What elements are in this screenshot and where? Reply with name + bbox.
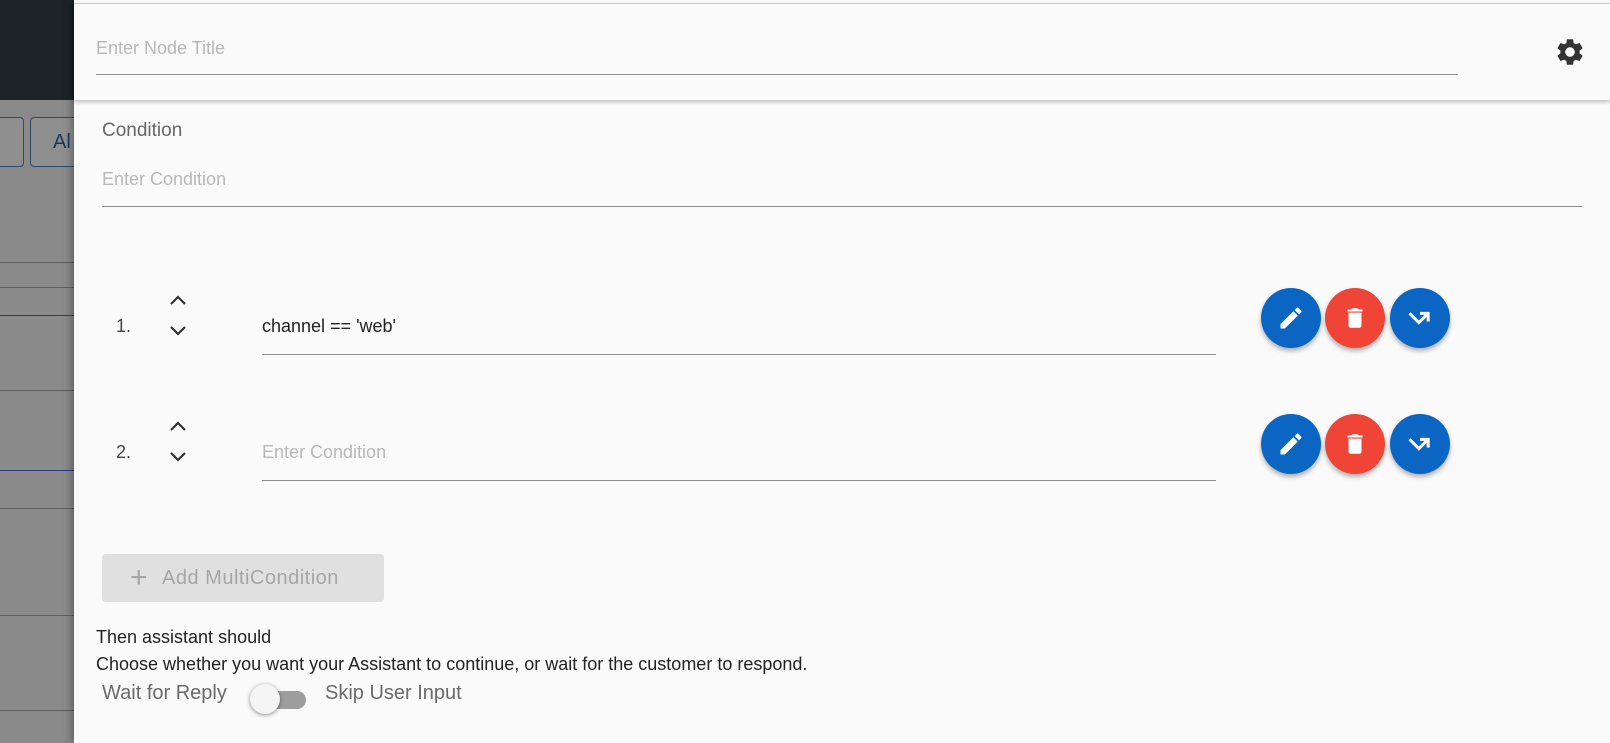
background-divider (0, 390, 74, 391)
add-multicondition-label: Add MultiCondition (162, 566, 339, 589)
background-app-content (0, 100, 74, 743)
node-title-input[interactable] (96, 22, 1458, 75)
condition-input[interactable] (102, 152, 1582, 207)
gear-icon[interactable] (1554, 36, 1586, 68)
background-divider (0, 262, 74, 263)
add-multicondition-button[interactable]: + Add MultiCondition (102, 554, 384, 602)
background-app-header (0, 0, 74, 100)
chevron-down-icon[interactable] (166, 321, 190, 341)
background-button-label: Al (53, 131, 71, 153)
trash-icon[interactable] (1325, 288, 1385, 348)
multi-condition-row: 2. (74, 414, 1610, 494)
background-button (0, 117, 24, 167)
background-divider (0, 508, 74, 509)
multi-condition-input[interactable] (262, 424, 1216, 481)
toggle-thumb (250, 684, 280, 714)
plus-icon: + (130, 561, 149, 594)
background-divider (0, 315, 74, 316)
jump-arrow-icon[interactable] (1390, 288, 1450, 348)
jump-arrow-icon[interactable] (1390, 414, 1450, 474)
node-editor-drawer: Condition 1. 2. (74, 0, 1610, 743)
multi-condition-input[interactable] (262, 298, 1216, 355)
row-number: 2. (116, 442, 132, 462)
background-divider (0, 710, 74, 711)
row-number: 1. (116, 316, 132, 336)
chevron-up-icon[interactable] (166, 416, 190, 436)
condition-label: Condition (102, 120, 183, 141)
multi-condition-row: 1. (74, 288, 1610, 368)
background-divider (0, 470, 74, 471)
pencil-icon[interactable] (1261, 288, 1321, 348)
drawer-header (74, 4, 1610, 100)
pencil-icon[interactable] (1261, 414, 1321, 474)
skip-user-input-toggle[interactable] (250, 684, 312, 714)
background-divider (0, 287, 74, 288)
background-divider (0, 615, 74, 616)
then-assistant-heading: Then assistant should (96, 627, 272, 647)
trash-icon[interactable] (1325, 414, 1385, 474)
wait-for-reply-label: Wait for Reply (102, 682, 227, 704)
chevron-up-icon[interactable] (166, 290, 190, 310)
then-assistant-description: Choose whether you want your Assistant t… (96, 654, 808, 674)
chevron-down-icon[interactable] (166, 447, 190, 467)
skip-user-input-label: Skip User Input (325, 682, 462, 704)
